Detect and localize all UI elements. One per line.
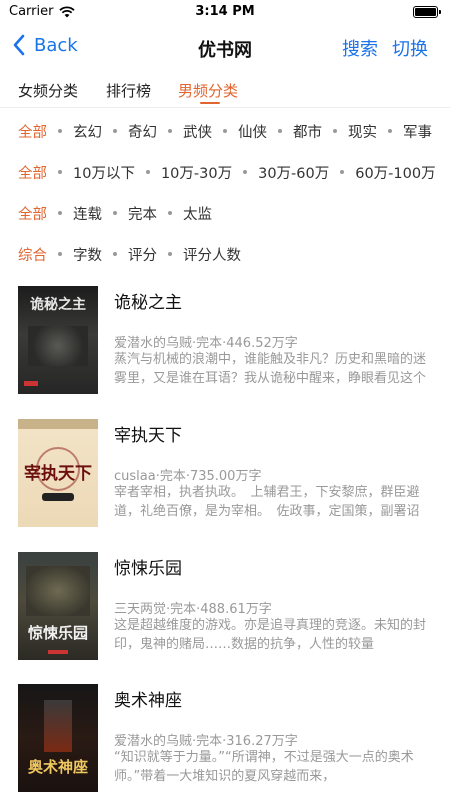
book-description: “知识就等于力量。”“所谓神，不过是强大一点的奥术师。”带着一大堆知识的夏风穿越…	[114, 750, 414, 784]
separator-dot	[113, 252, 117, 256]
separator-dot	[58, 170, 62, 174]
separator-dot	[278, 129, 282, 133]
separator-dot	[58, 211, 62, 215]
separator-dot	[58, 252, 62, 256]
book-meta: 爱潜水的乌贼·完本·446.52万字	[114, 336, 298, 351]
separator-dot	[340, 170, 345, 174]
filter-option[interactable]: 字数	[73, 244, 102, 265]
category-tabs: 女频分类 排行榜 男频分类	[0, 72, 450, 108]
book-list-item[interactable]: 奥术神座 奥术神座 爱潜水的乌贼·完本·316.27万字 “知识就等于力量。”“…	[18, 684, 432, 794]
switch-button[interactable]: 切换	[392, 35, 428, 61]
book-meta: 三天两觉·完本·488.61万字	[114, 602, 272, 617]
filter-row-sort: 综合 字数 评分 评分人数	[18, 242, 241, 266]
filter-row-word-count: 全部 10万以下 10万-30万 30万-60万 60万-100万	[18, 160, 436, 184]
back-button[interactable]: Back	[12, 34, 78, 56]
status-time: 3:14 PM	[195, 4, 255, 19]
tab-male-category[interactable]: 男频分类	[178, 80, 238, 101]
cover-title: 奥术神座	[27, 758, 88, 776]
filter-option[interactable]: 仙侠	[238, 121, 267, 142]
filter-option[interactable]: 都市	[293, 121, 322, 142]
tab-ranking[interactable]: 排行榜	[106, 80, 151, 101]
cover-title: 诡秘之主	[30, 297, 86, 313]
book-title: 惊悚乐园	[114, 559, 182, 579]
separator-dot	[113, 211, 117, 215]
battery-icon	[413, 6, 441, 18]
filter-option[interactable]: 综合	[18, 244, 47, 265]
filter-option[interactable]: 现实	[348, 121, 377, 142]
tab-female-category[interactable]: 女频分类	[18, 80, 78, 101]
search-button[interactable]: 搜索	[342, 35, 378, 61]
book-list-item[interactable]: 诡秘之主 诡秘之主 爱潜水的乌贼·完本·446.52万字 蒸汽与机械的浪潮中，谁…	[18, 286, 432, 396]
book-title: 诡秘之主	[114, 293, 182, 313]
book-cover: 惊悚乐园	[18, 552, 98, 660]
book-title: 宰执天下	[114, 426, 182, 446]
status-bar: Carrier 3:14 PM	[0, 0, 450, 24]
tab-active-indicator	[200, 102, 220, 104]
separator-dot	[243, 170, 248, 174]
book-description: 这是超越维度的游戏。亦是追寻真理的竞逐。未知的封印，鬼神的赌局……数据的抗争，人…	[114, 618, 427, 652]
separator-dot	[168, 252, 172, 256]
filter-option[interactable]: 全部	[18, 162, 47, 183]
book-list-item[interactable]: 惊悚乐园 惊悚乐园 三天两觉·完本·488.61万字 这是超越维度的游戏。亦是追…	[18, 552, 432, 662]
book-meta: cuslaa·完本·735.00万字	[114, 469, 262, 484]
filter-option[interactable]: 太监	[183, 203, 212, 224]
book-meta: 爱潜水的乌贼·完本·316.27万字	[114, 734, 298, 749]
book-cover: 诡秘之主	[18, 286, 98, 394]
book-cover: 宰执天下	[18, 419, 98, 527]
book-title: 奥术神座	[114, 691, 182, 711]
back-label: Back	[34, 34, 78, 56]
filter-option[interactable]: 30万-60万	[258, 162, 329, 183]
filter-option[interactable]: 武侠	[183, 121, 212, 142]
filter-option[interactable]: 连载	[73, 203, 102, 224]
filter-option[interactable]: 玄幻	[73, 121, 102, 142]
book-description: 宰者宰相，执者执政。 上辅君王，下安黎庶，群臣避道，礼绝百僚，是为宰相。 佐政事…	[114, 485, 420, 519]
separator-dot	[388, 129, 392, 133]
filter-option[interactable]: 10万以下	[73, 162, 135, 183]
filter-option[interactable]: 全部	[18, 121, 47, 142]
filter-option[interactable]: 10万-30万	[161, 162, 232, 183]
book-cover: 奥术神座	[18, 684, 98, 792]
book-description: 蒸汽与机械的浪潮中，谁能触及非凡？历史和黑暗的迷雾里，又是谁在耳语？我从诡秘中醒…	[114, 352, 427, 386]
filter-option[interactable]: 奇幻	[128, 121, 157, 142]
separator-dot	[58, 129, 62, 133]
separator-dot	[145, 170, 150, 174]
filter-row-genre: 全部 玄幻 奇幻 武侠 仙侠 都市 现实 军事	[18, 119, 432, 143]
filter-option[interactable]: 军事	[403, 121, 432, 142]
filter-row-status: 全部 连载 完本 太监	[18, 201, 212, 225]
filter-option[interactable]: 评分	[128, 244, 157, 265]
separator-dot	[168, 129, 172, 133]
separator-dot	[223, 129, 227, 133]
chevron-left-icon	[13, 34, 25, 56]
filter-option[interactable]: 全部	[18, 203, 47, 224]
cover-title: 宰执天下	[24, 464, 92, 484]
cover-title: 惊悚乐园	[27, 624, 88, 642]
filter-option[interactable]: 60万-100万	[355, 162, 435, 183]
separator-dot	[333, 129, 337, 133]
separator-dot	[168, 211, 172, 215]
filter-option[interactable]: 评分人数	[183, 244, 241, 265]
navigation-bar: Back 优书网 搜索 切换	[0, 24, 450, 68]
separator-dot	[113, 129, 117, 133]
filter-option[interactable]: 完本	[128, 203, 157, 224]
book-list-item[interactable]: 宰执天下 宰执天下 cuslaa·完本·735.00万字 宰者宰相，执者执政。 …	[18, 419, 432, 529]
